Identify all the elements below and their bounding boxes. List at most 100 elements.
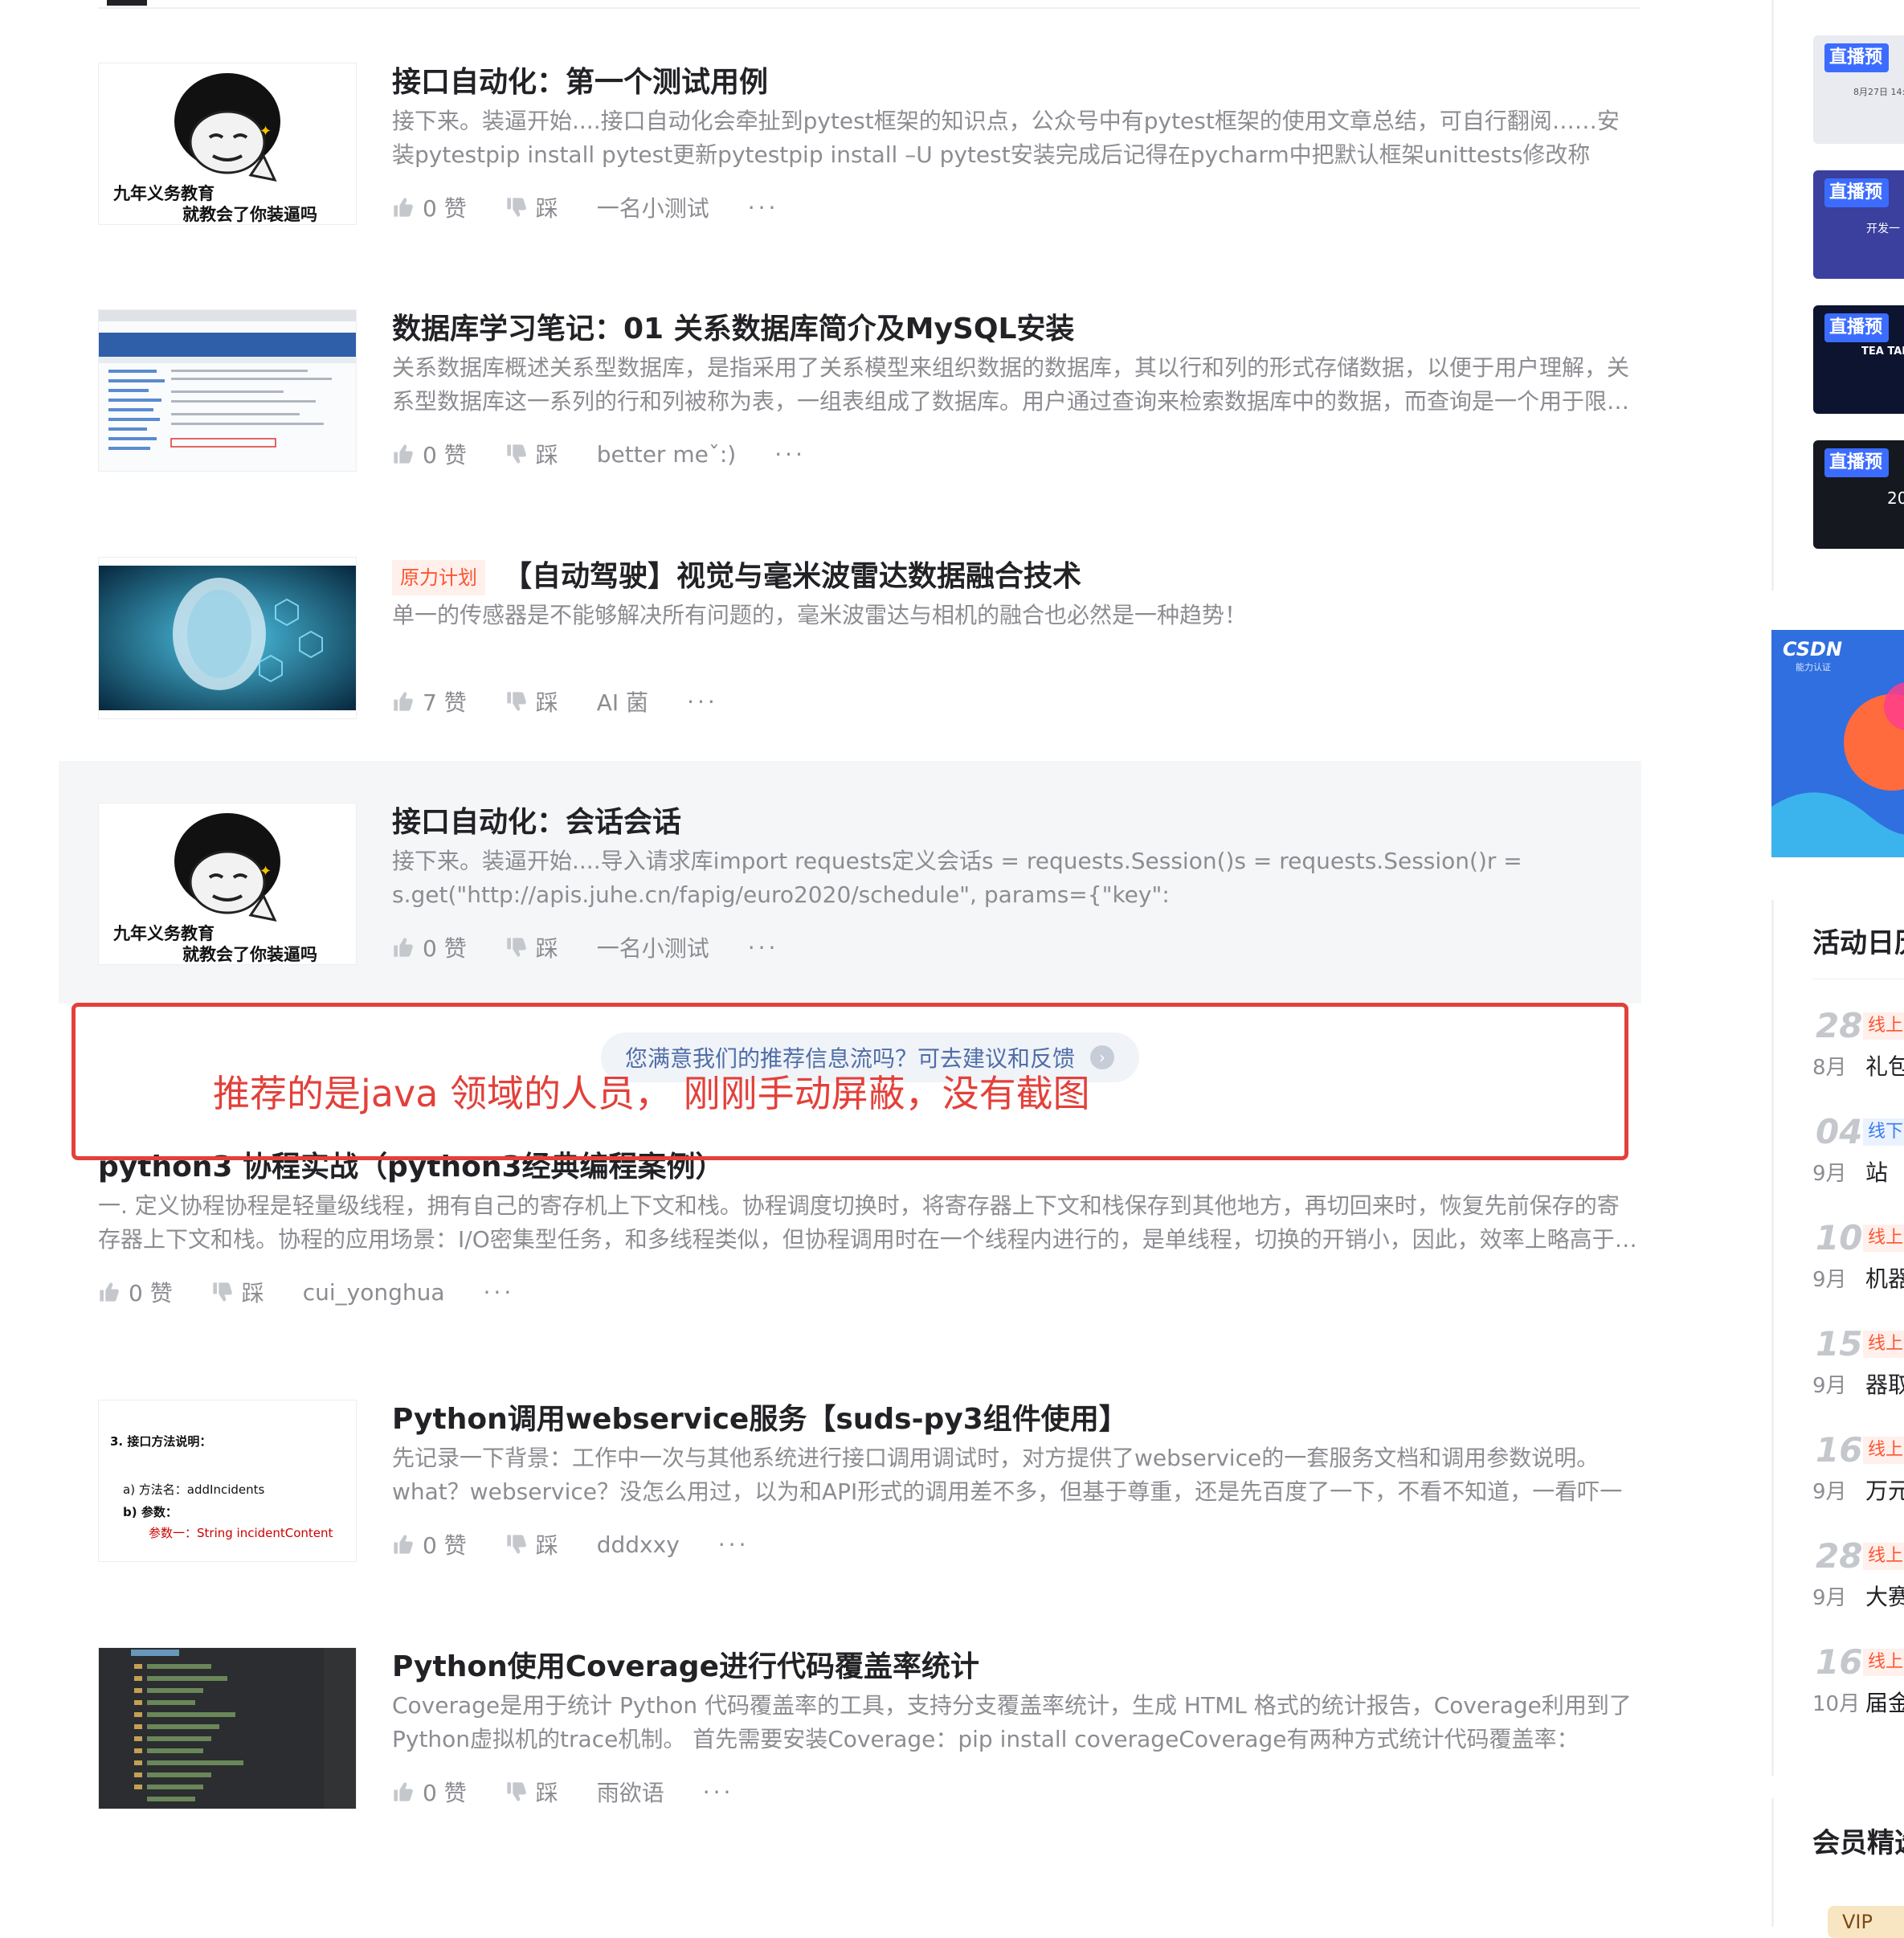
thumbs-up-icon [394, 692, 413, 711]
thumbs-up-icon [394, 1782, 413, 1801]
like-button[interactable]: 0 赞 [98, 1276, 173, 1308]
article-title[interactable]: 接口自动化：会话会话 [392, 803, 1602, 843]
more-options-icon[interactable]: ··· [748, 934, 779, 961]
article-summary[interactable]: 先记录一下背景：工作中一次与其他系统进行接口调用调试时，对方提供了webserv… [392, 1441, 1640, 1509]
live-preview-card[interactable]: 直播预 TEA TAL [1813, 305, 1904, 414]
article-body: python3 协程实战（python3经典编程案例） 一. 定义协程协程是轻量… [98, 1147, 1640, 1311]
author-name[interactable]: 雨欲语 [597, 1776, 664, 1808]
like-button[interactable]: 0 赞 [392, 1776, 467, 1808]
activity-item[interactable]: 15 9月 线上 器取 [1812, 1324, 1904, 1413]
live-preview-card[interactable]: 直播预 2021 [1813, 440, 1904, 549]
article-thumbnail[interactable]: ✦ 九年义务教育 就教会了你装逼吗 [98, 803, 357, 965]
activity-tag: 线上 [1863, 1649, 1904, 1676]
article-title[interactable]: Python使用Coverage进行代码覆盖率统计 [392, 1647, 1640, 1687]
article-summary[interactable]: 关系数据库概述关系型数据库，是指采用了关系模型来组织数据的数据库，其以行和列的形… [392, 351, 1640, 419]
dislike-button[interactable]: 踩 [211, 1276, 264, 1308]
thumbs-up-icon [394, 198, 413, 217]
activity-tag: 线上 [1863, 1543, 1904, 1570]
dislike-button[interactable]: 踩 [505, 438, 558, 470]
more-options-icon[interactable]: ··· [774, 441, 806, 468]
more-options-icon[interactable]: ··· [718, 1531, 750, 1558]
more-options-icon[interactable]: ··· [703, 1779, 734, 1805]
article-body: Python调用webservice服务【suds-py3组件使用】 先记录一下… [392, 1400, 1640, 1564]
article-thumbnail[interactable]: 3. 接口方法说明： a) 方法名：addIncidents b) 参数： 参数… [98, 1400, 357, 1562]
article-title[interactable]: 【自动驾驶】视觉与毫米波雷达数据融合技术 [503, 560, 1081, 593]
article-body: 接口自动化：第一个测试用例 接下来。装逼开始....接口自动化会牵扯到pytes… [392, 63, 1640, 227]
author-name[interactable]: cui_yonghua [303, 1279, 445, 1306]
author-name[interactable]: dddxxy [597, 1531, 680, 1558]
article-summary[interactable]: Coverage是用于统计 Python 代码覆盖率的工具，支持分支覆盖率统计，… [392, 1689, 1640, 1756]
article-item[interactable]: python3 协程实战（python3经典编程案例） 一. 定义协程协程是轻量… [98, 1147, 1640, 1324]
article-summary[interactable]: 一. 定义协程协程是轻量级线程，拥有自己的寄存机上下文和栈。协程调度切换时，将寄… [98, 1189, 1640, 1257]
article-thumbnail[interactable] [98, 309, 357, 472]
like-count: 0 赞 [423, 1780, 467, 1806]
thumbs-up-icon [100, 1282, 119, 1302]
like-button[interactable]: 7 赞 [392, 685, 467, 718]
dislike-button[interactable]: 踩 [505, 1776, 558, 1808]
live-preview-card[interactable]: 直播预 开发一 [1813, 170, 1904, 279]
article-thumbnail[interactable] [98, 557, 357, 719]
activity-item[interactable]: 28 8月 线上 礼包 [1812, 1006, 1904, 1094]
activity-item[interactable]: 16 10月 线上 届金 [1812, 1642, 1904, 1731]
article-item[interactable]: 原力计划 【自动驾驶】视觉与毫米波雷达数据融合技术 单一的传感器是不能够解决所有问… [98, 557, 1640, 727]
article-title[interactable]: 接口自动化：第一个测试用例 [392, 63, 1640, 103]
dislike-label: 踩 [535, 1532, 558, 1559]
more-options-icon[interactable]: ··· [687, 689, 718, 715]
activity-day: 04 [1816, 1112, 1863, 1151]
dislike-button[interactable]: 踩 [505, 685, 558, 718]
article-item[interactable]: Python使用Coverage进行代码覆盖率统计 Coverage是用于统计 … [98, 1647, 1640, 1817]
article-thumbnail[interactable]: ✦ 九年义务教育 就教会了你装逼吗 [98, 63, 357, 225]
thumbs-down-icon [507, 198, 526, 217]
activity-day: 15 [1816, 1324, 1863, 1364]
article-item[interactable]: 数据库学习笔记：01 关系数据库简介及MySQL安装 关系数据库概述关系型数据库… [98, 309, 1640, 480]
article-summary[interactable]: 接下来。装逼开始....接口自动化会牵扯到pytest框架的知识点，公众号中有p… [392, 104, 1640, 172]
article-meta: 0 赞 踩 dddxxy ··· [392, 1525, 1640, 1564]
activity-month: 8月 [1812, 1056, 1847, 1080]
article-meta: 0 赞 踩 cui_yonghua ··· [98, 1273, 1640, 1311]
activity-name: 机器 [1865, 1265, 1904, 1292]
like-button[interactable]: 0 赞 [392, 931, 467, 963]
activity-tag: 线上 [1863, 1331, 1904, 1358]
author-name[interactable]: 一名小测试 [597, 191, 709, 223]
author-name[interactable]: AI 菌 [597, 685, 648, 718]
live-badge: 直播预 [1824, 313, 1890, 342]
live-card-text: TEA TAL [1861, 345, 1904, 358]
panel-border [1771, 900, 1774, 1776]
article-feed: ✦ 九年义务教育 就教会了你装逼吗 接口自动化：第一个测试用例 接下来。装逼开始… [0, 0, 1687, 1927]
article-item[interactable]: 3. 接口方法说明： a) 方法名：addIncidents b) 参数： 参数… [98, 1400, 1640, 1570]
activity-item[interactable]: 28 9月 线上 大赛 [1812, 1536, 1904, 1625]
more-options-icon[interactable]: ··· [748, 194, 779, 221]
activity-item[interactable]: 04 9月 线下 站 [1812, 1112, 1904, 1200]
article-item[interactable]: ✦ 九年义务教育 就教会了你装逼吗 接口自动化：第一个测试用例 接下来。装逼开始… [98, 63, 1640, 233]
thumb-caption: 就教会了你装逼吗 [182, 945, 317, 964]
author-name[interactable]: better meˇ:) [597, 441, 736, 468]
article-item[interactable]: ✦ 九年义务教育 就教会了你装逼吗 接口自动化：会话会话 接下来。装逼开始...… [59, 761, 1641, 1004]
activity-month: 9月 [1812, 1268, 1847, 1292]
activity-day: 10 [1816, 1218, 1863, 1257]
like-button[interactable]: 0 赞 [392, 191, 467, 223]
dislike-button[interactable]: 踩 [505, 1528, 558, 1560]
live-card-text: 8月27日 14: [1853, 87, 1904, 97]
activity-item[interactable]: 16 9月 线上 万元 [1812, 1430, 1904, 1519]
article-meta: 0 赞 踩 一名小测试 ··· [392, 188, 1640, 227]
article-summary[interactable]: 单一的传感器是不能够解决所有问题的，毫米波雷达与相机的融合也必然是一种趋势！ [392, 599, 1640, 666]
dislike-label: 踩 [535, 195, 558, 222]
more-options-icon[interactable]: ··· [484, 1279, 515, 1306]
like-button[interactable]: 0 赞 [392, 1528, 467, 1560]
dislike-button[interactable]: 踩 [505, 931, 558, 963]
dislike-button[interactable]: 踩 [505, 191, 558, 223]
like-button[interactable]: 0 赞 [392, 438, 467, 470]
activity-item[interactable]: 10 9月 线上 机器 [1812, 1218, 1904, 1306]
article-thumbnail[interactable] [98, 1647, 357, 1809]
csdn-certification-banner[interactable]: CSDN 能力认证 [1771, 630, 1904, 857]
csdn-logo: CSDN [1783, 638, 1843, 660]
activity-day: 28 [1816, 1536, 1863, 1576]
like-count: 0 赞 [129, 1280, 173, 1306]
thumbs-up-icon [394, 444, 413, 464]
article-title[interactable]: Python调用webservice服务【suds-py3组件使用】 [392, 1400, 1640, 1440]
article-title[interactable]: 数据库学习笔记：01 关系数据库简介及MySQL安装 [392, 309, 1640, 350]
author-name[interactable]: 一名小测试 [597, 931, 709, 963]
live-preview-card[interactable]: 直播预 8月27日 14: [1813, 35, 1904, 144]
article-summary[interactable]: 接下来。装逼开始....导入请求库import requests定义会话s = … [392, 844, 1602, 912]
live-card-text: 2021 [1887, 489, 1904, 508]
